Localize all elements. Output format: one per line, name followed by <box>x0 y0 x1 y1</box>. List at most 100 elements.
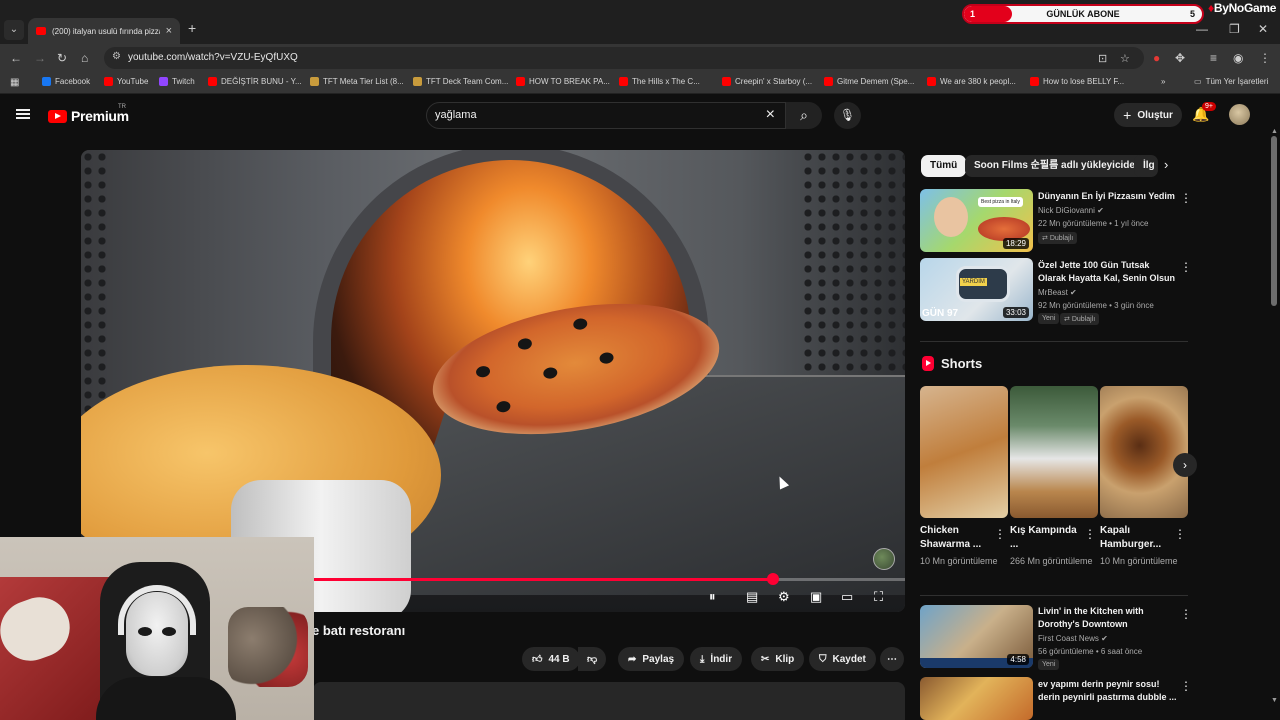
short-title[interactable]: Chicken Shawarma ... <box>920 524 992 552</box>
recommended-video[interactable]: 4:58 Livin' in the Kitchen with Dorothy'… <box>920 605 1192 670</box>
search-query[interactable]: yağlama <box>435 109 477 121</box>
search-button[interactable]: ⌕ <box>786 102 822 129</box>
chip-uploader[interactable]: Soon Films 순필름 adlı yükleyiciden <box>965 155 1151 177</box>
theater-mode-icon[interactable]: ▭ <box>841 589 853 605</box>
video-title[interactable]: Livin' in the Kitchen with Dorothy's Dow… <box>1038 605 1178 631</box>
bookmark-item[interactable]: The Hills x The C... <box>619 77 700 86</box>
window-close-icon[interactable]: ✕ <box>1258 22 1268 36</box>
chips-next-icon[interactable]: › <box>1164 157 1168 172</box>
share-button[interactable]: ➦ Paylaş <box>618 647 685 671</box>
short-title[interactable]: Kış Kampında ... <box>1010 524 1082 552</box>
video-title[interactable]: Özel Jette 100 Gün Tutsak Olarak Hayatta… <box>1038 259 1178 285</box>
voice-search-button[interactable]: 🎙 <box>834 102 861 129</box>
recommended-video[interactable]: ev yapımı derin peynir sosu! derin peyni… <box>920 677 1192 720</box>
dislike-button[interactable]: 👎︎ <box>578 647 607 671</box>
more-vertical-icon[interactable]: ⋮ <box>1174 527 1186 541</box>
home-icon[interactable]: ⌂ <box>81 51 88 65</box>
scroll-down-icon[interactable]: ▼ <box>1271 697 1278 704</box>
forward-icon[interactable]: → <box>34 51 46 65</box>
browser-tab-active[interactable]: (200) italyan usulü fırında pizza × <box>28 18 180 44</box>
channel-name-text[interactable]: Nick DiGiovanni <box>1038 206 1095 215</box>
restore-icon[interactable]: ❐ <box>1229 22 1240 36</box>
url-text[interactable]: youtube.com/watch?v=VZU-EyQfUXQ <box>128 52 298 63</box>
media-controls-icon[interactable]: ≡ <box>1210 51 1217 65</box>
guide-menu-icon[interactable] <box>16 109 30 119</box>
bookmark-item[interactable]: How to lose BELLY F... <box>1030 77 1124 86</box>
bookmark-item[interactable]: Creepin' x Starboy (... <box>722 77 812 86</box>
short-thumbnail[interactable] <box>920 386 1008 518</box>
channel-name-text[interactable]: MrBeast <box>1038 288 1068 297</box>
bookmark-item[interactable]: Facebook <box>42 77 90 86</box>
more-bookmarks-button[interactable]: » <box>1161 77 1165 86</box>
miniplayer-icon[interactable]: ▣ <box>810 589 822 605</box>
short-card[interactable]: Chicken Shawarma ... 10 Mn görüntüleme ⋮ <box>920 386 1008 568</box>
subtitles-icon[interactable]: ▤ <box>746 589 758 605</box>
like-button[interactable]: 👍︎ 44 B <box>522 647 580 671</box>
short-card[interactable]: Kapalı Hamburger... 10 Mn görüntüleme ⋮ <box>1100 386 1188 568</box>
bookmark-item[interactable]: Twitch <box>159 77 195 86</box>
tab-close-icon[interactable]: × <box>166 25 172 37</box>
settings-gear-icon[interactable]: ⚙ <box>778 589 790 605</box>
more-vertical-icon[interactable]: ⋮ <box>1180 607 1192 621</box>
channel-name[interactable]: First Coast News ✔ <box>1038 634 1108 643</box>
back-icon[interactable]: ← <box>10 51 22 65</box>
video-thumbnail[interactable]: 4:58 <box>920 605 1033 668</box>
chip-related[interactable]: İlg <box>1134 155 1158 177</box>
bookmark-item[interactable]: HOW TO BREAK PA... <box>516 77 610 86</box>
more-actions-button[interactable]: ⋯ <box>880 647 904 671</box>
youtube-premium-logo[interactable]: Premium TR <box>48 104 129 124</box>
reload-icon[interactable]: ↻ <box>57 51 67 65</box>
more-vertical-icon[interactable]: ⋮ <box>1180 191 1192 205</box>
more-vertical-icon[interactable]: ⋮ <box>1084 527 1096 541</box>
video-thumbnail[interactable] <box>920 677 1033 720</box>
video-thumbnail[interactable]: YARDIM GÜN 97 33:03 <box>920 258 1033 321</box>
short-card[interactable]: Kış Kampında ... 266 Mn görüntüleme ⋮ <box>1010 386 1098 568</box>
video-title[interactable]: ev yapımı derin peynir sosu! derin peyni… <box>1038 678 1178 704</box>
extension-icon[interactable]: ● <box>1153 51 1160 65</box>
short-thumbnail[interactable] <box>1010 386 1098 518</box>
video-title[interactable]: Dünyanın En İyi Pizzasını Yedim <box>1038 190 1178 203</box>
fullscreen-icon[interactable]: ⛶ <box>874 589 883 605</box>
tab-search-button[interactable]: ⌄ <box>4 20 24 40</box>
address-bar[interactable]: ⚙ youtube.com/watch?v=VZU-EyQfUXQ ⊡ ☆ <box>104 47 1144 69</box>
bookmark-item[interactable]: We are 380 k peopl... <box>927 77 1016 86</box>
clip-button[interactable]: ✂ Klip <box>751 647 805 671</box>
account-avatar[interactable] <box>1229 104 1250 125</box>
bookmark-item[interactable]: DEĞİŞTİR BUNU - Y... <box>208 77 302 86</box>
site-info-icon[interactable]: ⚙ <box>112 51 121 62</box>
create-button[interactable]: + Oluştur <box>1114 103 1182 127</box>
search-input[interactable]: yağlama × <box>426 102 786 129</box>
video-thumbnail[interactable]: Best pizza in Italy 18:29 <box>920 189 1033 252</box>
more-vertical-icon[interactable]: ⋮ <box>1180 679 1192 693</box>
download-button[interactable]: ⤓ İndir <box>690 647 743 671</box>
channel-name[interactable]: Nick DiGiovanni ✔ <box>1038 206 1104 215</box>
more-vertical-icon[interactable]: ⋮ <box>994 527 1006 541</box>
bookmark-star-icon[interactable]: ☆ <box>1120 52 1130 65</box>
browser-menu-icon[interactable]: ⋮ <box>1259 51 1271 65</box>
profile-icon[interactable]: ◉ <box>1233 51 1243 65</box>
scroll-up-icon[interactable]: ▲ <box>1271 128 1278 135</box>
new-tab-button[interactable]: + <box>188 20 196 36</box>
description-box[interactable] <box>313 682 905 720</box>
shorts-next-button[interactable]: › <box>1173 453 1197 477</box>
short-title[interactable]: Kapalı Hamburger... <box>1100 524 1172 552</box>
short-thumbnail[interactable] <box>1100 386 1188 518</box>
save-button[interactable]: ⛉ Kaydet <box>809 647 876 671</box>
channel-name[interactable]: MrBeast ✔ <box>1038 288 1077 297</box>
minimize-icon[interactable]: — <box>1196 22 1208 36</box>
bookmark-item[interactable]: TFT Deck Team Com... <box>413 77 508 86</box>
apps-grid-icon[interactable]: ▦ <box>10 77 19 88</box>
bookmark-item[interactable]: Gitme Demem (Spe... <box>824 77 914 86</box>
clear-search-icon[interactable]: × <box>766 106 775 124</box>
bookmark-item[interactable]: TFT Meta Tier List (8... <box>310 77 404 86</box>
extensions-puzzle-icon[interactable]: ✥ <box>1175 51 1185 65</box>
page-scrollbar-thumb[interactable] <box>1271 136 1277 306</box>
autoplay-toggle-icon[interactable]: ⏸︎ <box>709 589 716 605</box>
channel-name-text[interactable]: First Coast News <box>1038 634 1099 643</box>
chip-all[interactable]: Tümü <box>921 155 967 177</box>
channel-watermark[interactable] <box>873 548 895 570</box>
recommended-video[interactable]: YARDIM GÜN 97 33:03 Özel Jette 100 Gün T… <box>920 258 1192 325</box>
all-bookmarks-folder[interactable]: ▭ Tüm Yer İşaretleri <box>1194 77 1268 86</box>
bookmark-item[interactable]: YouTube <box>104 77 148 86</box>
install-app-icon[interactable]: ⊡ <box>1098 52 1107 65</box>
